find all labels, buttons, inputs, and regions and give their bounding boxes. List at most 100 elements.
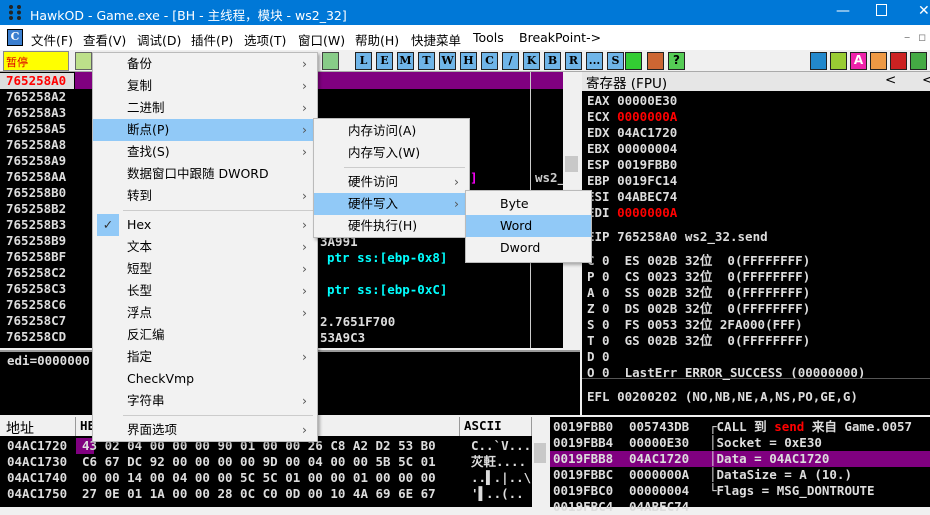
toolbar-button-W[interactable]: W bbox=[439, 52, 456, 70]
flag-segment-row[interactable]: A 0 SS 002B 32位 0(FFFFFFFF) bbox=[587, 285, 865, 301]
toolbar-button-...[interactable]: ... bbox=[586, 52, 603, 70]
grid-icon[interactable] bbox=[647, 52, 664, 70]
register-value[interactable]: 04AC1720 bbox=[617, 125, 677, 140]
menu-item-14[interactable]: 指定 › bbox=[93, 346, 317, 368]
run-to-icon[interactable] bbox=[322, 52, 339, 70]
eflags-register[interactable]: EFL 00200202 (NO,NB,NE,A,NS,PO,GE,G) bbox=[587, 389, 858, 405]
register-value[interactable]: 0000000A bbox=[617, 205, 677, 220]
cpu-icon[interactable]: C bbox=[7, 29, 23, 46]
stack-row[interactable]: 0019FBC0 00000004 └Flags = MSG_DONTROUTE bbox=[553, 483, 912, 499]
flag-segment-row[interactable]: T 0 GS 002B 32位 0(FFFFFFFF) bbox=[587, 333, 865, 349]
dump-hex[interactable]: 00 00 14 00 04 00 00 5C 5C 01 00 00 01 0… bbox=[79, 470, 467, 486]
menu-7[interactable]: 快捷菜单 bbox=[411, 30, 461, 49]
menu-5[interactable]: 窗口(W) bbox=[298, 30, 345, 49]
disasm-address[interactable]: 765258A2 bbox=[0, 89, 74, 105]
dump-row[interactable]: 04AC1730 C6 67 DC 92 00 00 00 00 9D 00 04… bbox=[7, 454, 531, 470]
disasm-address[interactable]: 765258C3 bbox=[0, 281, 74, 297]
menu-item-6[interactable]: 转到 › bbox=[93, 185, 317, 207]
register-value[interactable]: 00000E30 bbox=[617, 93, 677, 108]
a-icon[interactable]: A bbox=[850, 52, 867, 70]
pause-icon[interactable] bbox=[830, 52, 847, 70]
disasm-address[interactable]: 765258A9 bbox=[0, 153, 74, 169]
menu-item-1[interactable]: 复制 › bbox=[93, 75, 317, 97]
menu-item-2[interactable]: Dword bbox=[466, 237, 591, 259]
toolbar-button-S[interactable]: S bbox=[607, 52, 624, 70]
disasm-address[interactable]: 765258B9 bbox=[0, 233, 74, 249]
toolbar-button-M[interactable]: M bbox=[397, 52, 414, 70]
registers-header[interactable]: 寄存器 (FPU) < < bbox=[582, 72, 930, 92]
menu-3[interactable]: 插件(P) bbox=[191, 30, 233, 49]
disasm-address[interactable]: 765258C6 bbox=[0, 297, 74, 313]
register-esi[interactable]: ESI 04ABEC74 bbox=[587, 189, 677, 205]
dump-hex[interactable]: C6 67 DC 92 00 00 00 00 9D 00 04 00 00 5… bbox=[79, 454, 467, 470]
toolbar-button-L[interactable]: L bbox=[355, 52, 372, 70]
disasm-address[interactable]: 765258A0 bbox=[0, 73, 74, 89]
menu-item-16[interactable]: 字符串 › bbox=[93, 390, 317, 412]
stack-row[interactable]: 0019FBB8 04AC1720 │Data = 04AC1720 bbox=[553, 451, 912, 467]
menu-2[interactable]: 调试(D) bbox=[137, 30, 181, 49]
stack-pane[interactable]: 0019FBB0 005743DB ┌CALL 到 send 来自 Game.005… bbox=[550, 417, 930, 514]
menu-item-1[interactable]: 内存写入(W) bbox=[314, 142, 469, 164]
register-edx[interactable]: EDX 04AC1720 bbox=[587, 125, 677, 141]
disasm-address[interactable]: 765258B0 bbox=[0, 185, 74, 201]
disasm-address[interactable]: 765258B3 bbox=[0, 217, 74, 233]
stack-row[interactable]: 0019FBB0 005743DB ┌CALL 到 send 来自 Game.005… bbox=[553, 419, 912, 435]
stack-row[interactable]: 0019FBB4 00000E30 │Socket = 0xE30 bbox=[553, 435, 912, 451]
maximize-button[interactable] bbox=[876, 4, 887, 16]
toolbar-button-C[interactable]: C bbox=[481, 52, 498, 70]
register-value[interactable]: 04ABEC74 bbox=[617, 189, 677, 204]
stack-row[interactable]: 0019FBC4 04ABEC74 bbox=[553, 499, 912, 515]
toolbar-button-E[interactable]: E bbox=[376, 52, 393, 70]
toolbar-button-T[interactable]: T bbox=[418, 52, 435, 70]
dump-row[interactable]: 04AC1740 00 00 14 00 04 00 00 5C 5C 01 00… bbox=[7, 470, 531, 486]
flag-segment-row[interactable]: P 0 CS 0023 32位 0(FFFFFFFF) bbox=[587, 269, 865, 285]
dump-scrollbar[interactable] bbox=[532, 417, 548, 507]
register-value[interactable]: 0019FC14 bbox=[617, 173, 677, 188]
menu-4[interactable]: 选项(T) bbox=[244, 30, 286, 49]
register-eax[interactable]: EAX 00000E30 bbox=[587, 93, 677, 109]
flag-segment-row[interactable]: C 0 ES 002B 32位 0(FFFFFFFF) bbox=[587, 253, 865, 269]
mdi-minimize-button[interactable]: – bbox=[904, 29, 910, 44]
register-ebx[interactable]: EBX 00000004 bbox=[587, 141, 677, 157]
register-ecx[interactable]: ECX 0000000A bbox=[587, 109, 677, 125]
menu-9[interactable]: BreakPoint-> bbox=[519, 30, 601, 45]
register-value[interactable]: 0000000A bbox=[617, 109, 677, 124]
menu-item-12[interactable]: 浮点 › bbox=[93, 302, 317, 324]
register-edi[interactable]: EDI 0000000A bbox=[587, 205, 677, 221]
menu-item-4[interactable]: 硬件写入 › bbox=[314, 193, 469, 215]
menu-item-3[interactable]: 硬件访问 › bbox=[314, 171, 469, 193]
menu-item-2[interactable]: 二进制 › bbox=[93, 97, 317, 119]
disasm-address[interactable]: 765258AA bbox=[0, 169, 74, 185]
register-esp[interactable]: ESP 0019FBB0 bbox=[587, 157, 677, 173]
flag-segment-row[interactable]: Z 0 DS 002B 32位 0(FFFFFFFF) bbox=[587, 301, 865, 317]
menu-item-10[interactable]: 短型 › bbox=[93, 258, 317, 280]
menu-item-9[interactable]: 文本 › bbox=[93, 236, 317, 258]
menu-item-5[interactable]: 硬件执行(H) bbox=[314, 215, 469, 237]
eip-register[interactable]: EIP 765258A0 ws2_32.send bbox=[587, 229, 768, 245]
menu-item-8[interactable]: ✓ Hex › bbox=[93, 214, 317, 236]
register-value[interactable]: 00000004 bbox=[617, 141, 677, 156]
target-icon[interactable] bbox=[890, 52, 907, 70]
flag-segment-row[interactable]: D 0 bbox=[587, 349, 865, 365]
toolbar-button-H[interactable]: H bbox=[460, 52, 477, 70]
toolbar-button-B[interactable]: B bbox=[544, 52, 561, 70]
menu-item-5[interactable]: 数据窗口中跟随 DWORD bbox=[93, 163, 317, 185]
help-icon[interactable]: ? bbox=[668, 52, 685, 70]
disasm-address[interactable]: 765258A8 bbox=[0, 137, 74, 153]
column-header-ascii[interactable]: ASCII bbox=[460, 417, 532, 436]
mdi-restore-button[interactable]: ▫ bbox=[918, 29, 926, 44]
register-ebp[interactable]: EBP 0019FC14 bbox=[587, 173, 677, 189]
binary-icon[interactable] bbox=[910, 52, 927, 70]
menu-8[interactable]: Tools bbox=[473, 30, 504, 45]
open-icon[interactable] bbox=[75, 52, 92, 70]
close-button[interactable]: ✕ bbox=[918, 3, 930, 19]
menu-item-18[interactable]: 界面选项 › bbox=[93, 419, 317, 441]
column-header-address[interactable]: 地址 bbox=[0, 417, 76, 437]
menu-6[interactable]: 帮助(H) bbox=[355, 30, 399, 49]
list-icon[interactable] bbox=[625, 52, 642, 70]
menu-item-0[interactable]: 备份 › bbox=[93, 53, 317, 75]
menu-item-4[interactable]: 查找(S) › bbox=[93, 141, 317, 163]
registers-pane[interactable]: 寄存器 (FPU) < < EAX 00000E30 ECX 0000000A ED… bbox=[582, 72, 930, 415]
toolbar-button-K[interactable]: K bbox=[523, 52, 540, 70]
menu-item-11[interactable]: 长型 › bbox=[93, 280, 317, 302]
